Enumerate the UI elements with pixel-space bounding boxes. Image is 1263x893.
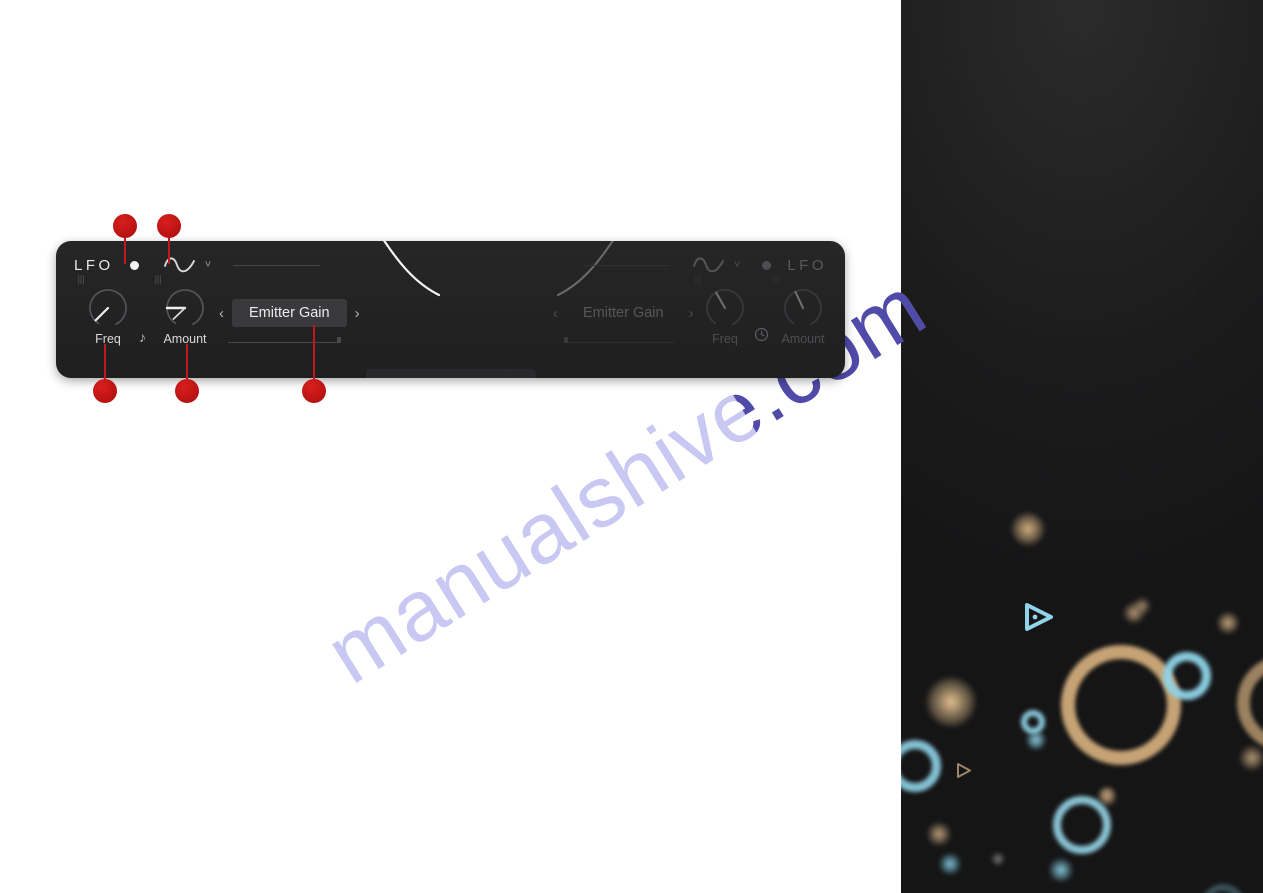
panel-bottom-handle[interactable] xyxy=(365,369,536,378)
destination-slider-handle[interactable] xyxy=(337,337,341,343)
lfo-plugin-panel: LFO ˅ ˅ LFO \\\ Freq ♪ \\\ Amount ‹ Emit… xyxy=(56,241,845,378)
lfo-title-inactive: LFO xyxy=(787,256,827,274)
knob-label-amount-dim: Amount xyxy=(781,332,825,346)
knob-dial-freq[interactable] xyxy=(85,285,131,331)
destination-selector-inactive[interactable]: ‹ Emitter Gain › xyxy=(553,299,694,327)
destination-slider-active[interactable] xyxy=(228,342,340,343)
sine-wave-icon-dim[interactable] xyxy=(692,255,726,275)
bokeh-amber-3 xyxy=(1217,612,1239,634)
destination-slider-handle-dim[interactable] xyxy=(564,337,568,343)
callout-amount-knob xyxy=(175,379,199,403)
knob-freq-active[interactable]: \\\ Freq ♪ xyxy=(75,273,146,346)
bokeh-amber-8 xyxy=(1239,745,1263,771)
callout-freq-knob xyxy=(93,379,117,403)
knob-amount-inactive[interactable]: \\\ Amount xyxy=(770,273,826,346)
ring-cyan-bottom xyxy=(1053,796,1111,854)
lfo-title-active: LFO xyxy=(74,256,114,274)
power-dot-icon[interactable] xyxy=(129,260,139,270)
header-divider-line xyxy=(233,264,321,266)
callout-power-dot xyxy=(113,214,137,238)
panel-arc-bright xyxy=(383,241,441,297)
knob-amount-active[interactable]: \\\ Amount xyxy=(152,273,208,346)
power-dot-icon-dim[interactable] xyxy=(762,260,772,270)
ring-amber-large xyxy=(1061,645,1181,765)
destination-label-active[interactable]: Emitter Gain xyxy=(232,299,347,327)
callout-waveform xyxy=(157,214,181,238)
triangle-cyan-icon xyxy=(1025,603,1053,631)
bokeh-cyan-dot-3 xyxy=(1049,858,1073,882)
chevron-right-icon-dim[interactable]: › xyxy=(689,306,694,321)
bokeh-amber-2 xyxy=(925,676,977,728)
chevron-down-icon-dim[interactable]: ˅ xyxy=(734,259,740,271)
ring-cyan-small xyxy=(1021,710,1045,734)
bokeh-amber-6 xyxy=(927,822,951,846)
knob-dial-amount[interactable] xyxy=(162,285,208,331)
bokeh-amber-topright xyxy=(1133,597,1151,615)
ring-cyan-medium xyxy=(1163,652,1211,700)
lfo-header-inactive: ˅ LFO xyxy=(582,250,827,280)
lfo-header-active: LFO ˅ xyxy=(74,250,321,280)
knob-label-freq: Freq xyxy=(95,332,121,346)
knob-dial-amount-dim[interactable] xyxy=(780,285,826,331)
knob-label-amount: Amount xyxy=(163,332,207,346)
triangle-amber-icon xyxy=(957,763,971,778)
knob-freq-inactive[interactable]: \\\ Freq xyxy=(692,273,769,346)
destination-slider-inactive[interactable] xyxy=(562,342,674,343)
bokeh-gray-dot-1 xyxy=(991,852,1005,866)
chevron-left-icon-dim[interactable]: ‹ xyxy=(553,306,558,321)
bokeh-amber-1 xyxy=(1011,512,1045,546)
chevron-down-icon[interactable]: ˅ xyxy=(205,259,211,271)
chevron-right-icon[interactable]: › xyxy=(355,306,360,321)
decorative-artwork-panel xyxy=(901,0,1263,893)
artwork-noise-layer xyxy=(901,0,1263,893)
bokeh-cyan-dot-2 xyxy=(939,853,961,875)
header-divider-line-dim xyxy=(582,264,670,266)
chevron-left-icon[interactable]: ‹ xyxy=(219,306,224,321)
music-note-icon[interactable]: ♪ xyxy=(139,329,146,345)
destination-label-inactive[interactable]: Emitter Gain xyxy=(566,299,681,327)
clock-icon[interactable] xyxy=(754,327,769,342)
knob-dial-freq-dim[interactable] xyxy=(702,285,748,331)
destination-selector-active[interactable]: ‹ Emitter Gain › xyxy=(219,299,360,327)
bokeh-amber-7 xyxy=(1099,786,1115,802)
callout-destination xyxy=(302,379,326,403)
knob-label-freq-dim: Freq xyxy=(712,332,738,346)
